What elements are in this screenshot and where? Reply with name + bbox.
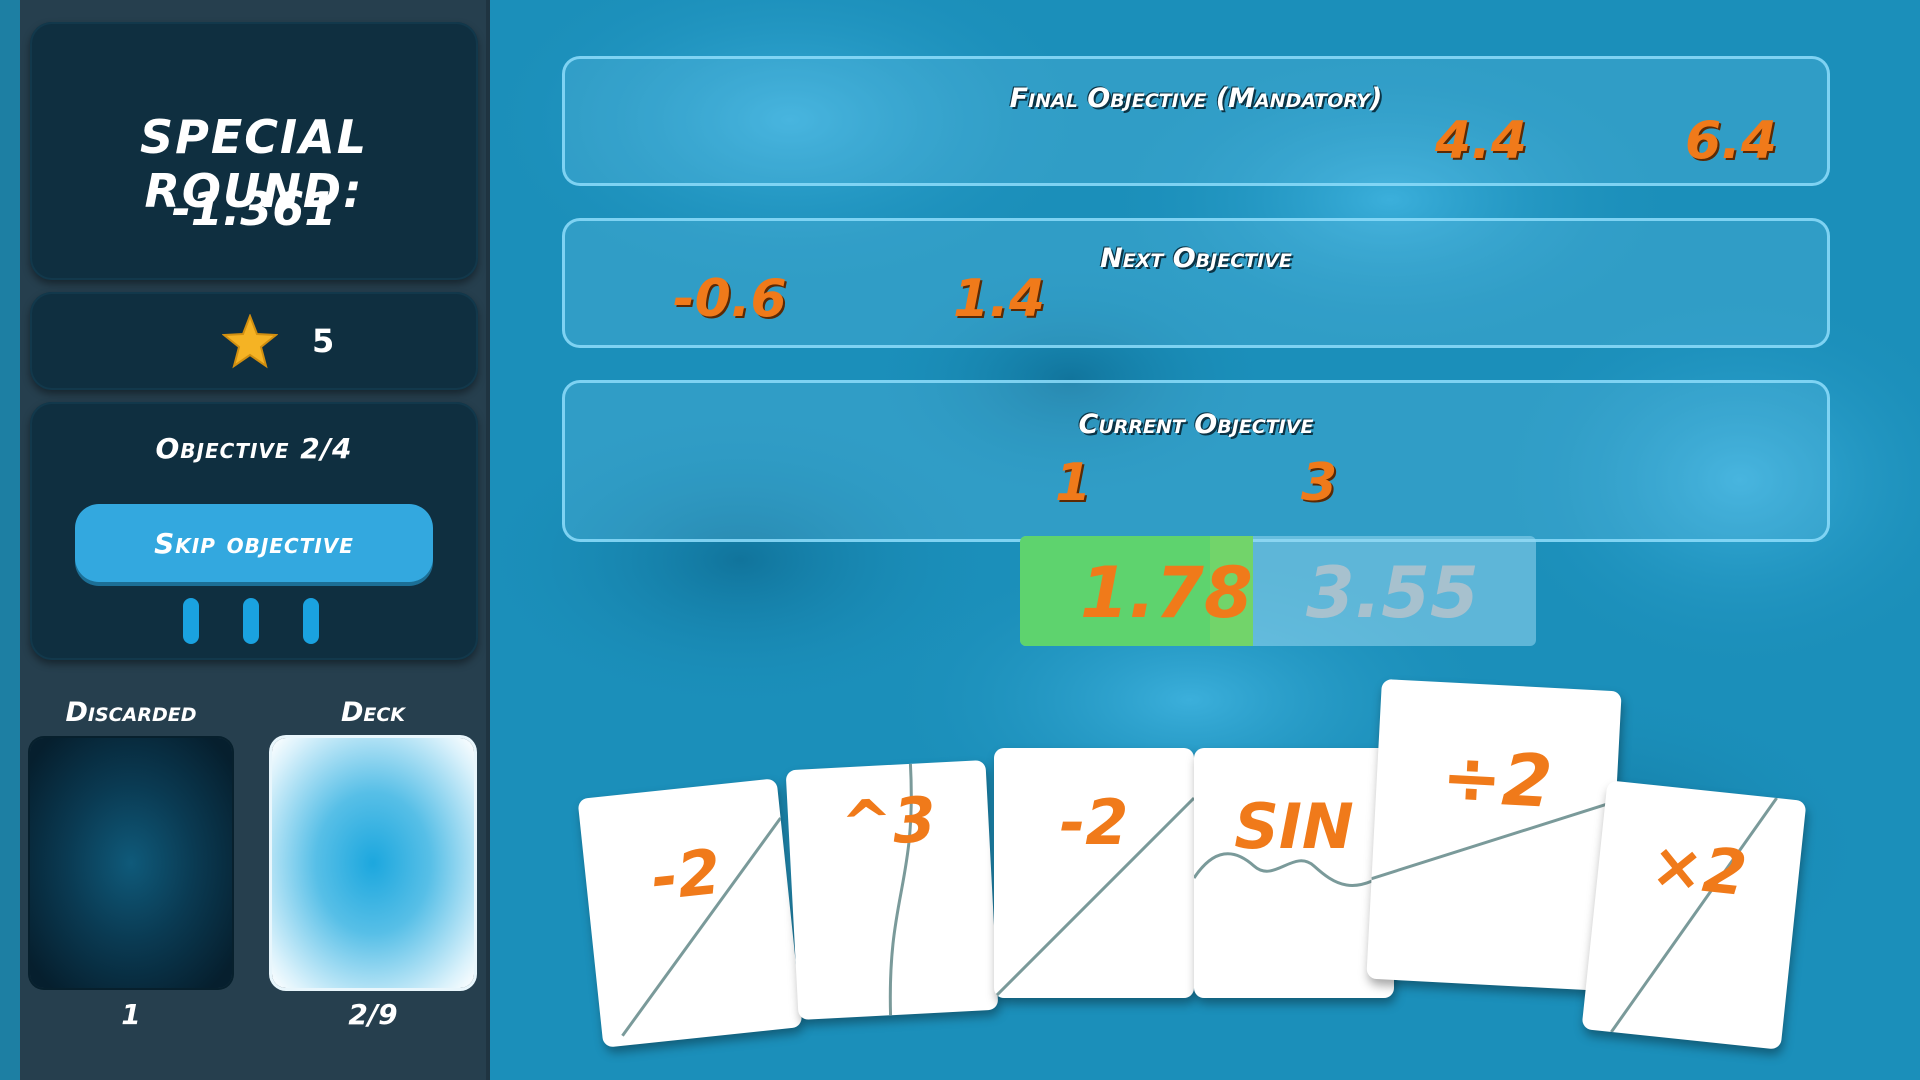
- next-objective-box: Next Objective -0.6 1.4: [562, 218, 1830, 348]
- stars-panel: 5: [30, 292, 478, 390]
- objective-progress-label: Objective 2/4: [155, 432, 353, 465]
- card-graph: [1194, 852, 1394, 887]
- final-objective-box: Final Objective (Mandatory) 4.4 6.4: [562, 56, 1830, 186]
- deck-count: 2/9: [348, 998, 398, 1031]
- preview-value: 3.55: [1306, 552, 1479, 634]
- star-icon: [222, 314, 278, 369]
- discard-pile[interactable]: [30, 738, 232, 988]
- card-graph: [1610, 797, 1778, 1033]
- card-divide-2[interactable]: ÷2: [1366, 678, 1622, 992]
- skip-charge-indicator: [303, 598, 319, 644]
- discarded-label: Discarded: [65, 697, 197, 728]
- next-objective-low: -0.6: [673, 269, 787, 329]
- final-objective-title: Final Objective (Mandatory): [1009, 83, 1383, 114]
- skip-charge-indicator: [183, 598, 199, 644]
- card-minus-2[interactable]: -2: [577, 778, 803, 1048]
- special-round-value: -1.361: [171, 182, 337, 236]
- current-objective-box: Current Objective 1 3: [562, 380, 1830, 542]
- current-value: 1.78: [1080, 552, 1253, 634]
- star-count: 5: [312, 322, 335, 360]
- discarded-count: 1: [121, 998, 141, 1031]
- card-label: SIN: [1234, 790, 1354, 863]
- skip-charge-indicator: [243, 598, 259, 644]
- card-minus-2[interactable]: -2: [994, 748, 1194, 998]
- current-objective-high: 3: [1301, 453, 1338, 513]
- deck-label: Deck: [340, 697, 406, 728]
- special-round-panel: SPECIAL ROUND: -1.361: [30, 22, 478, 280]
- current-objective-low: 1: [1055, 453, 1092, 513]
- card-label: ÷2: [1439, 734, 1555, 824]
- card-label: -2: [1059, 786, 1129, 859]
- next-objective-high: 1.4: [953, 269, 1046, 329]
- value-meter: 1.78 3.55: [1020, 536, 1536, 646]
- final-objective-high: 6.4: [1685, 111, 1778, 171]
- card-graph: [1371, 799, 1617, 881]
- card-label: ^3: [839, 782, 938, 861]
- sidebar-edge: [0, 0, 20, 1080]
- skip-objective-button[interactable]: Skip objective: [75, 504, 433, 582]
- final-objective-low: 4.4: [1435, 111, 1528, 171]
- deck-pile[interactable]: [272, 738, 474, 988]
- card-sin[interactable]: SIN: [1194, 748, 1394, 998]
- card-power-3[interactable]: ^3: [785, 759, 999, 1021]
- current-objective-title: Current Objective: [1078, 409, 1314, 440]
- card-times-2[interactable]: ×2: [1581, 780, 1807, 1050]
- objective-panel: Objective 2/4 Skip objective: [30, 402, 478, 660]
